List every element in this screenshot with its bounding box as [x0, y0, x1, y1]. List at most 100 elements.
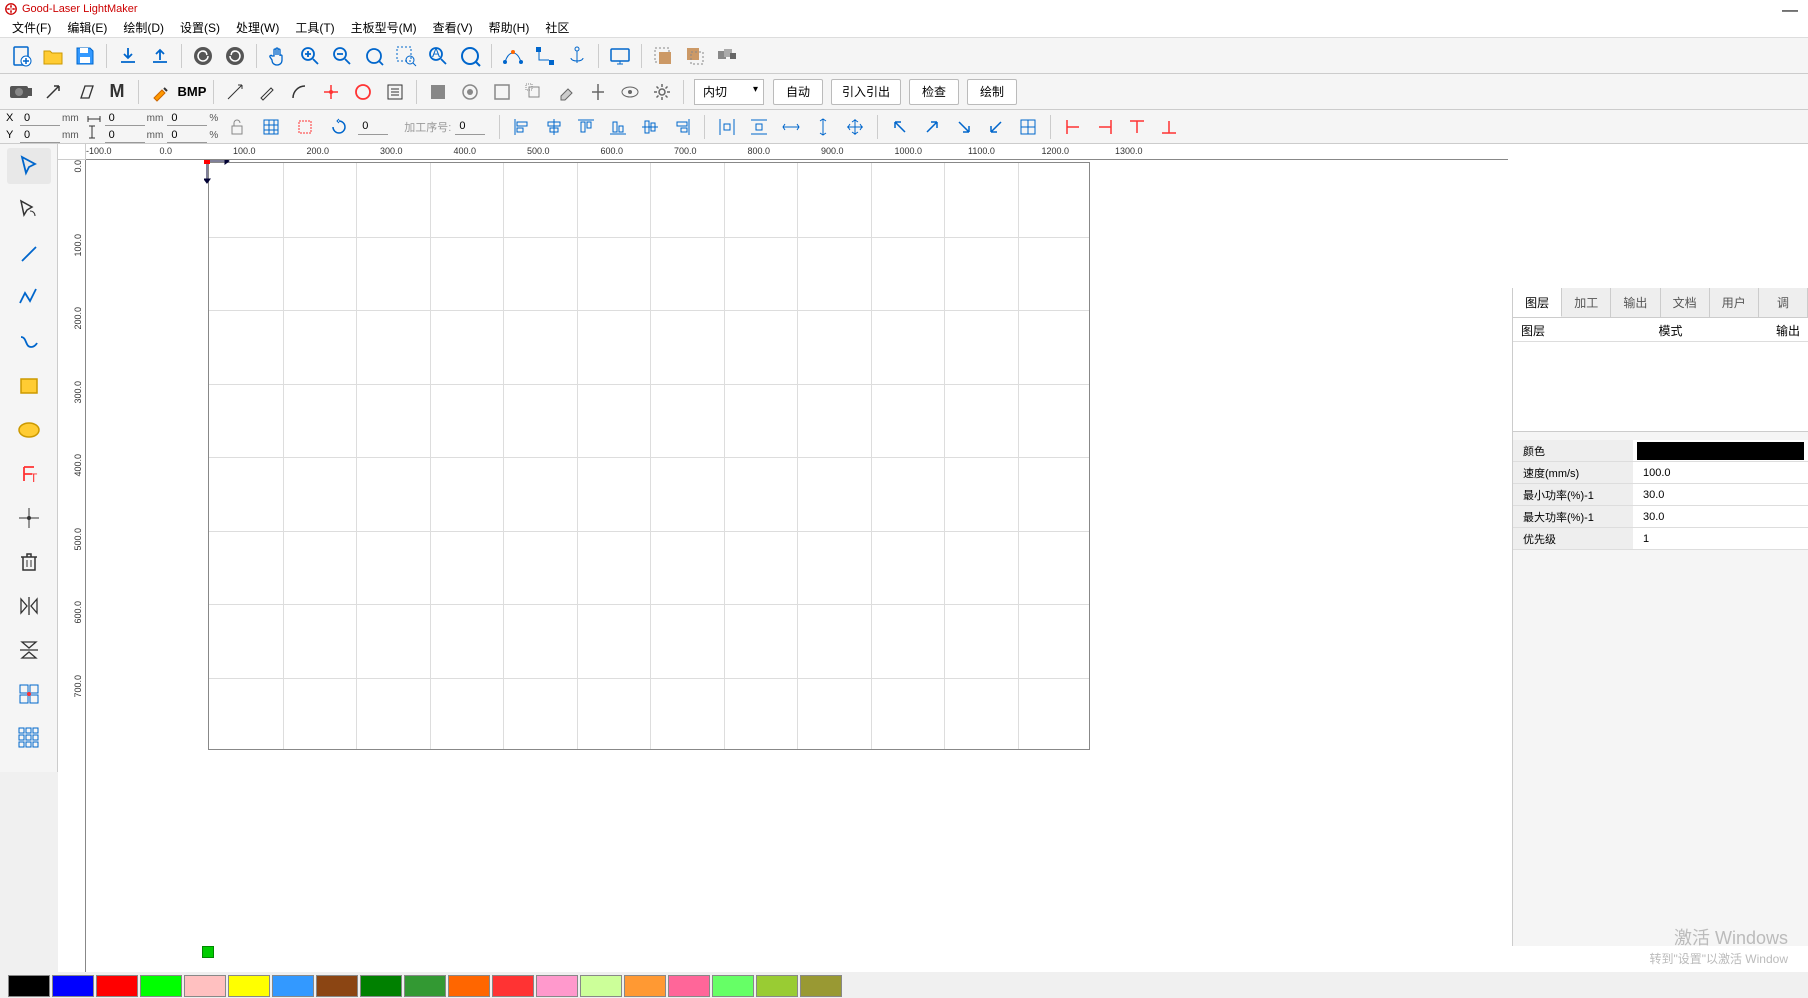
- layer-tool3-button[interactable]: [712, 41, 742, 71]
- node-edit-tool[interactable]: [7, 192, 51, 228]
- prop-priority-value[interactable]: 1: [1633, 533, 1808, 545]
- crop-button[interactable]: [519, 77, 549, 107]
- rotate-button[interactable]: [324, 112, 354, 142]
- mirror-v-tool[interactable]: [7, 632, 51, 668]
- check-button[interactable]: 检查: [909, 79, 959, 105]
- prop-speed-value[interactable]: 100.0: [1633, 467, 1808, 479]
- tab-process[interactable]: 加工: [1562, 288, 1611, 317]
- prop-maxpower-value[interactable]: 30.0: [1633, 511, 1808, 523]
- color-swatch[interactable]: [580, 975, 622, 997]
- skew-tool-button[interactable]: [70, 77, 100, 107]
- menu-settings[interactable]: 设置(S): [172, 17, 228, 38]
- pan-button[interactable]: [263, 41, 293, 71]
- menu-edit[interactable]: 编辑(E): [59, 17, 115, 38]
- w-input[interactable]: [105, 110, 145, 126]
- eraser-button[interactable]: [551, 77, 581, 107]
- canvas[interactable]: [86, 160, 1508, 972]
- dist-v-button[interactable]: [745, 113, 773, 141]
- corner-tr-button[interactable]: [918, 113, 946, 141]
- line-tool[interactable]: [7, 236, 51, 272]
- minimize-button[interactable]: —: [1782, 2, 1798, 20]
- menu-help[interactable]: 帮助(H): [481, 17, 538, 38]
- node-tool-button[interactable]: [530, 41, 560, 71]
- zoom-fit-button[interactable]: [359, 41, 389, 71]
- grid-center-button[interactable]: [1014, 113, 1042, 141]
- tab-debug[interactable]: 调: [1759, 288, 1808, 317]
- tab-doc[interactable]: 文档: [1661, 288, 1710, 317]
- prop-color-swatch[interactable]: [1637, 442, 1804, 460]
- fill-rect-button[interactable]: [423, 77, 453, 107]
- y-input[interactable]: [20, 127, 60, 143]
- lock-button[interactable]: [222, 112, 252, 142]
- text-m-button[interactable]: M: [102, 77, 132, 107]
- color-swatch[interactable]: [316, 975, 358, 997]
- draw-button[interactable]: 绘制: [967, 79, 1017, 105]
- delete-tool[interactable]: [7, 544, 51, 580]
- zoom-in-button[interactable]: [295, 41, 325, 71]
- preview-button[interactable]: [615, 77, 645, 107]
- text-tool[interactable]: T: [7, 456, 51, 492]
- select-mode-button[interactable]: [290, 112, 320, 142]
- brush-button[interactable]: [145, 77, 175, 107]
- menu-file[interactable]: 文件(F): [4, 17, 59, 38]
- mirror-h-tool[interactable]: [7, 588, 51, 624]
- dist-h-button[interactable]: [713, 113, 741, 141]
- prop-minpower-value[interactable]: 30.0: [1633, 489, 1808, 501]
- redo-button[interactable]: [220, 41, 250, 71]
- color-swatch[interactable]: [140, 975, 182, 997]
- monitor-button[interactable]: [605, 41, 635, 71]
- menu-tools[interactable]: 工具(T): [287, 17, 342, 38]
- align-center-button[interactable]: [583, 77, 613, 107]
- color-swatch[interactable]: [272, 975, 314, 997]
- color-swatch[interactable]: [52, 975, 94, 997]
- snap-button[interactable]: [316, 77, 346, 107]
- corner-br-button[interactable]: [950, 113, 978, 141]
- cut-mode-select[interactable]: 内切: [694, 79, 764, 105]
- array-tool[interactable]: [7, 676, 51, 712]
- color-swatch[interactable]: [228, 975, 270, 997]
- open-file-button[interactable]: [38, 41, 68, 71]
- align-vcenter-button[interactable]: [636, 113, 664, 141]
- zoom-selection-button[interactable]: [391, 41, 421, 71]
- import-export-button[interactable]: 引入引出: [831, 79, 901, 105]
- color-swatch[interactable]: [536, 975, 578, 997]
- zoom-page-button[interactable]: [455, 41, 485, 71]
- tab-user[interactable]: 用户: [1710, 288, 1759, 317]
- zoom-all-button[interactable]: A: [423, 41, 453, 71]
- list-button[interactable]: [380, 77, 410, 107]
- arrow-tool-button[interactable]: [38, 77, 68, 107]
- corner-tl-button[interactable]: [886, 113, 914, 141]
- import-button[interactable]: [113, 41, 143, 71]
- corner-bl-button[interactable]: [982, 113, 1010, 141]
- layer-list[interactable]: [1513, 342, 1808, 432]
- space-v-button[interactable]: [809, 113, 837, 141]
- menu-view[interactable]: 查看(V): [425, 17, 481, 38]
- grid-anchor-button[interactable]: [256, 112, 286, 142]
- bmp-button[interactable]: BMP: [177, 77, 207, 107]
- crosshair-tool[interactable]: [7, 500, 51, 536]
- px-input[interactable]: [167, 110, 207, 126]
- curve-tool[interactable]: [7, 324, 51, 360]
- color-swatch[interactable]: [492, 975, 534, 997]
- color-swatch[interactable]: [448, 975, 490, 997]
- align-bottom-button[interactable]: [604, 113, 632, 141]
- edge-bottom-button[interactable]: [1155, 113, 1183, 141]
- color-swatch[interactable]: [756, 975, 798, 997]
- bounds-button[interactable]: [487, 77, 517, 107]
- arc-button[interactable]: [284, 77, 314, 107]
- polyline-tool[interactable]: [7, 280, 51, 316]
- export-button[interactable]: [145, 41, 175, 71]
- path-tool-button[interactable]: [498, 41, 528, 71]
- undo-button[interactable]: [188, 41, 218, 71]
- fill-circle-button[interactable]: [455, 77, 485, 107]
- align-hcenter-button[interactable]: [540, 113, 568, 141]
- color-swatch[interactable]: [8, 975, 50, 997]
- edge-top-button[interactable]: [1123, 113, 1151, 141]
- menu-draw[interactable]: 绘制(D): [115, 17, 172, 38]
- py-input[interactable]: [167, 127, 207, 143]
- anchor-tool-button[interactable]: [562, 41, 592, 71]
- color-swatch[interactable]: [96, 975, 138, 997]
- order-input[interactable]: [455, 119, 485, 135]
- settings-button[interactable]: [647, 77, 677, 107]
- center-all-button[interactable]: [841, 113, 869, 141]
